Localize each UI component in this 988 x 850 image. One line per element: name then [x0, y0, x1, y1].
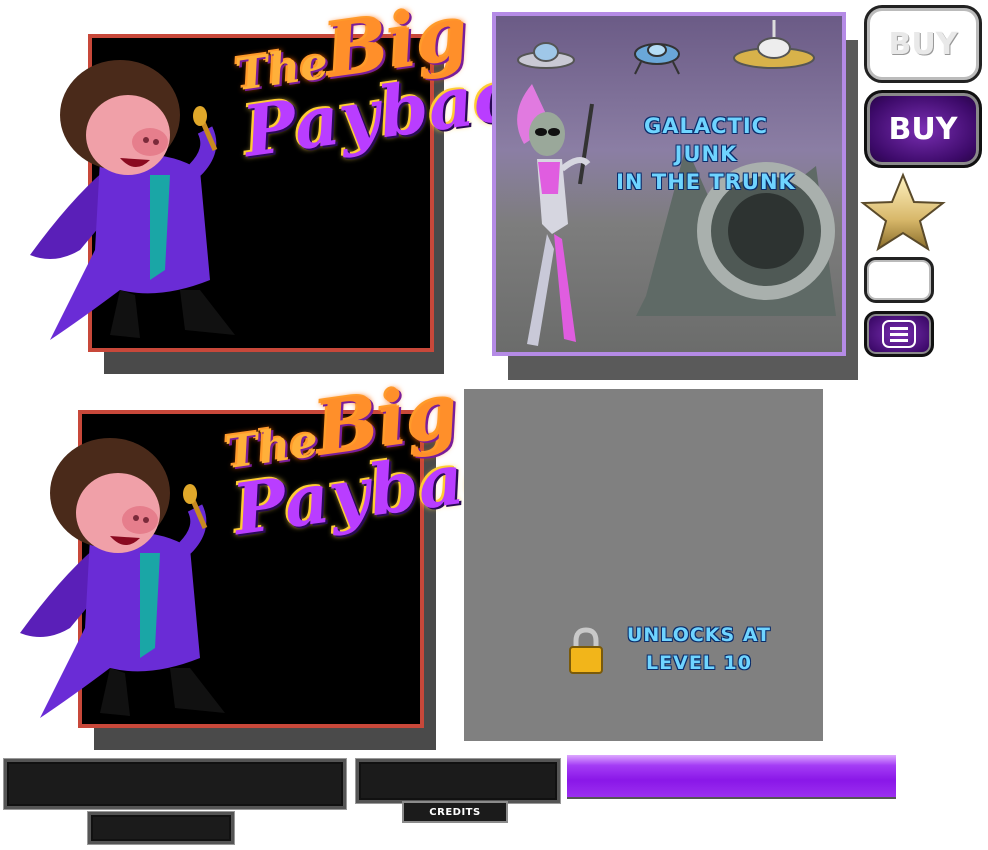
credits-panel — [356, 759, 560, 803]
star-icon[interactable] — [860, 172, 946, 252]
game-logo: TheBig Payback — [230, 0, 568, 174]
blank-menu-button[interactable] — [864, 257, 934, 303]
singer-pig-character — [30, 60, 235, 340]
padlock-icon — [569, 627, 603, 674]
ufo-icon — [634, 43, 680, 75]
buy-button-pressed-label: BUY — [888, 111, 958, 147]
game-title-line: IN THE TRUNK — [616, 170, 796, 194]
balance-sub-panel — [88, 812, 234, 844]
locked-game-tile[interactable]: UNLOCKS AT LEVEL 10 — [464, 389, 823, 741]
progress-bar — [567, 755, 896, 799]
game-title-line: JUNK — [674, 142, 738, 166]
credits-tab: CREDITS — [402, 801, 508, 823]
unlock-line: LEVEL 10 — [646, 652, 752, 674]
buy-button-label: BUY — [888, 26, 958, 62]
menu-icon — [882, 320, 916, 348]
alien-character — [517, 84, 594, 346]
menu-button[interactable] — [864, 311, 934, 357]
game-title: GALACTIC JUNK IN THE TRUNK — [606, 112, 806, 196]
buy-button[interactable]: BUY — [864, 5, 982, 83]
unlock-line: UNLOCKS AT — [626, 624, 772, 646]
balance-panel — [4, 759, 346, 809]
buy-button-pressed[interactable]: BUY — [864, 90, 982, 168]
game-logo: TheBig Payback — [220, 368, 558, 552]
game-title-line: GALACTIC — [643, 114, 769, 138]
unlock-requirement: UNLOCKS AT LEVEL 10 — [604, 621, 794, 677]
singer-pig-character — [20, 438, 225, 718]
ufo-icon — [733, 20, 815, 69]
game-tile-galactic-junk[interactable]: GALACTIC JUNK IN THE TRUNK — [492, 12, 846, 356]
credits-label: CREDITS — [429, 806, 481, 818]
ufo-icon — [517, 42, 575, 69]
